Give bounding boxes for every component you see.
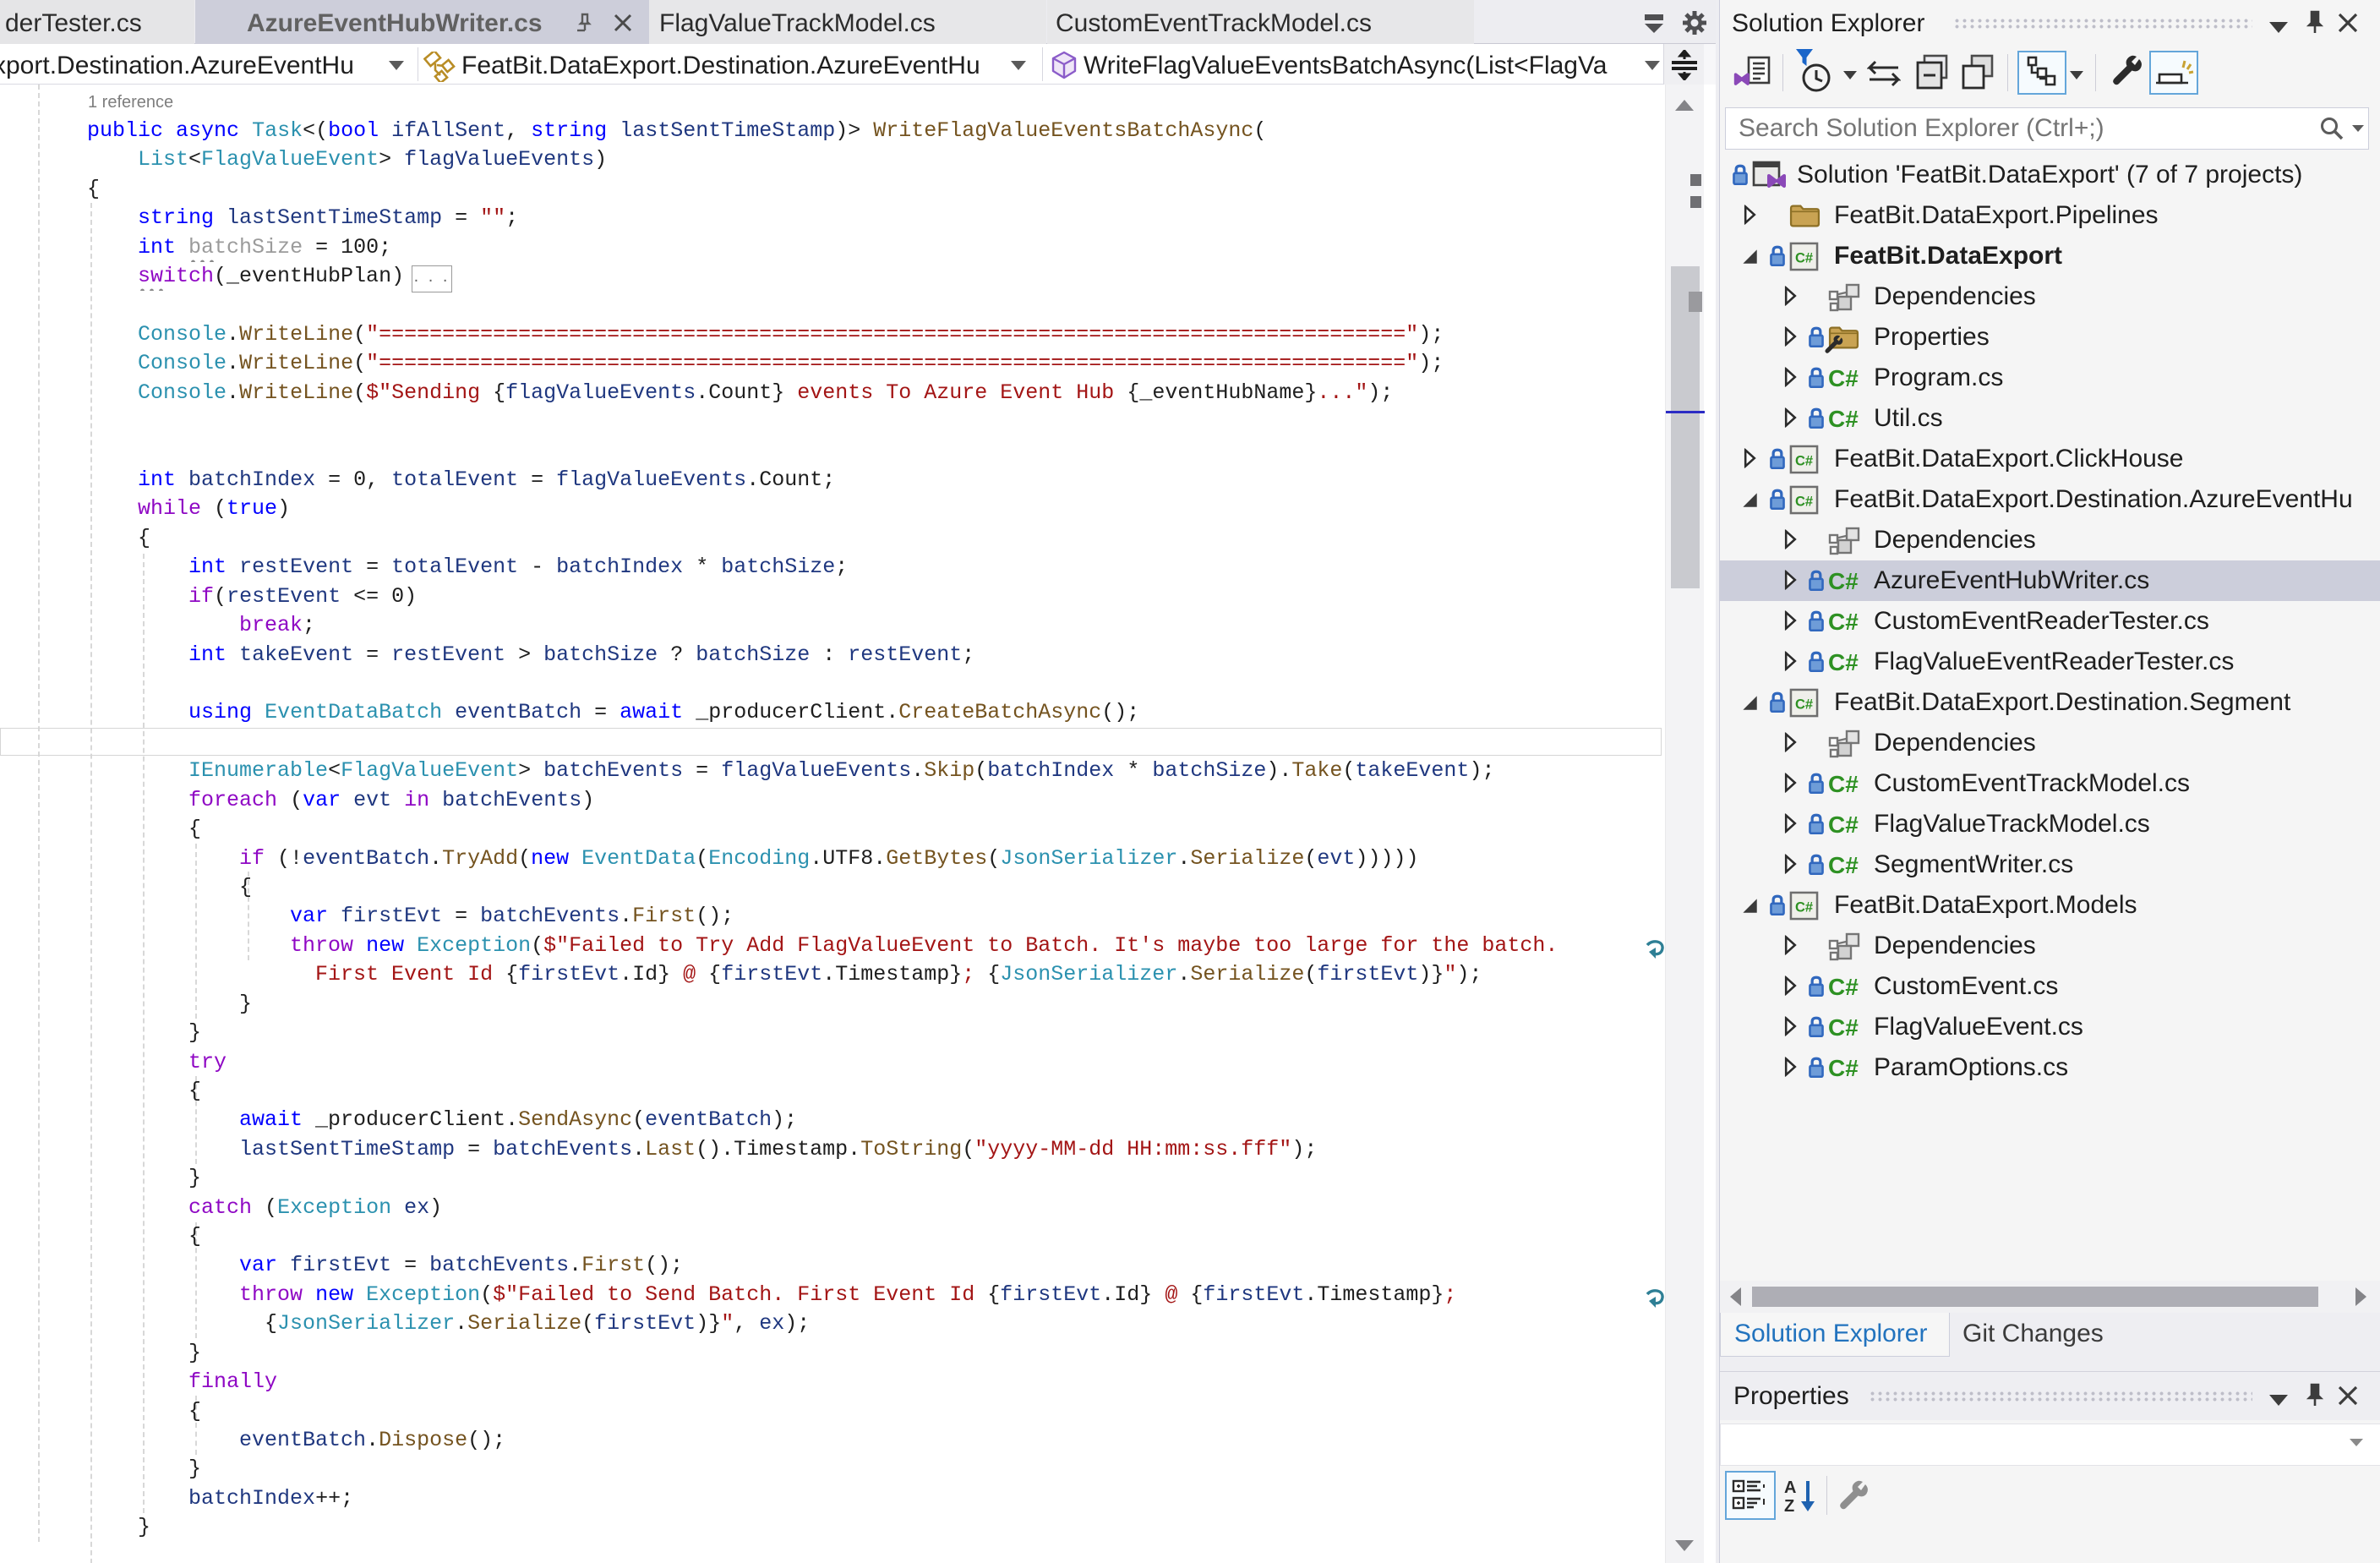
- svg-text:Z: Z: [1784, 1497, 1794, 1515]
- svg-text:A: A: [1784, 1478, 1796, 1497]
